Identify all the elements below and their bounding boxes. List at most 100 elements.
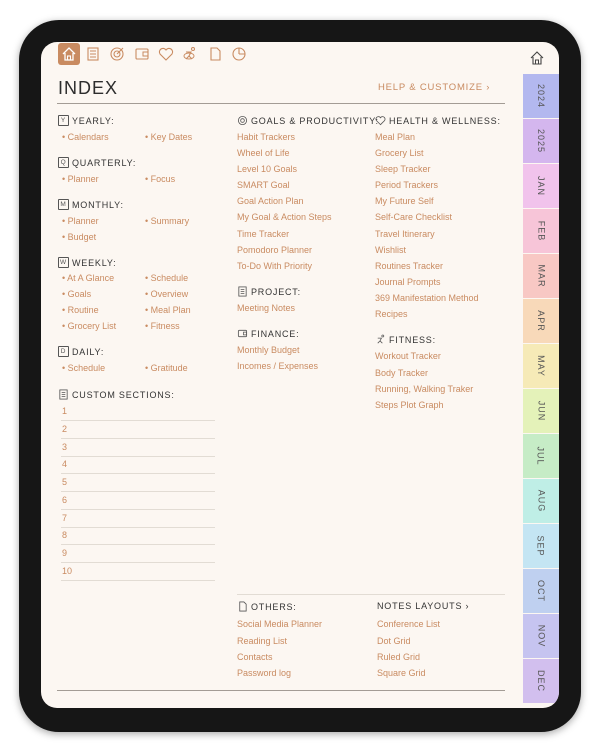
custom-section-row[interactable]: 8 — [61, 527, 215, 545]
monthly-planner-link[interactable]: Planner — [62, 216, 99, 226]
quarterly-focus-link[interactable]: Focus — [145, 174, 176, 184]
weekly-icon: W — [58, 257, 69, 268]
sleep-tracker-link[interactable]: Sleep Tracker — [375, 164, 431, 174]
daily-icon: D — [58, 346, 69, 357]
page-icon[interactable] — [205, 44, 225, 64]
tab-jan[interactable]: JAN — [523, 164, 559, 208]
meal-plan-link[interactable]: Meal Plan — [375, 132, 415, 142]
dot-grid-link[interactable]: Dot Grid — [377, 636, 411, 646]
home-outline-icon[interactable] — [529, 50, 547, 68]
custom-section-row[interactable]: 9 — [61, 545, 215, 563]
goal-target-small-icon — [237, 115, 248, 126]
heart-icon[interactable] — [156, 44, 176, 64]
self-care-checklist-link[interactable]: Self-Care Checklist — [375, 212, 452, 222]
tab-sep[interactable]: SEP — [523, 524, 559, 568]
workout-tracker-link[interactable]: Workout Tracker — [375, 351, 441, 361]
tab-jul[interactable]: JUL — [523, 434, 559, 478]
ruled-grid-link[interactable]: Ruled Grid — [377, 652, 420, 662]
tab-dec[interactable]: DEC — [523, 659, 559, 703]
weekly-at-a-glance-link[interactable]: At A Glance — [62, 273, 114, 283]
tab-nov[interactable]: NOV — [523, 614, 559, 658]
goal-target-icon[interactable] — [107, 44, 127, 64]
grocery-list-link[interactable]: Grocery List — [375, 148, 424, 158]
home-icon[interactable] — [58, 43, 80, 65]
notepad-icon[interactable] — [83, 44, 103, 64]
level-10-goals-link[interactable]: Level 10 Goals — [237, 164, 297, 174]
monthly-heading: M MONTHLY: — [58, 199, 124, 210]
tab-2024[interactable]: 2024 — [523, 74, 559, 118]
custom-section-row[interactable]: 6 — [61, 492, 215, 510]
goal-action-steps-link[interactable]: My Goal & Action Steps — [237, 212, 332, 222]
tab-aug[interactable]: AUG — [523, 479, 559, 523]
custom-section-row[interactable]: 10 — [61, 563, 215, 581]
journal-prompts-link[interactable]: Journal Prompts — [375, 277, 441, 287]
contacts-link[interactable]: Contacts — [237, 652, 273, 662]
body-tracker-link[interactable]: Body Tracker — [375, 368, 428, 378]
weekly-fitness-link[interactable]: Fitness — [145, 321, 180, 331]
conference-list-link[interactable]: Conference List — [377, 619, 440, 629]
pie-chart-icon[interactable] — [229, 44, 249, 64]
custom-section-row[interactable]: 5 — [61, 474, 215, 492]
tab-feb[interactable]: FEB — [523, 209, 559, 253]
yearly-icon: Y — [58, 115, 69, 126]
notes-layouts-heading[interactable]: NOTES LAYOUTS › — [377, 601, 469, 611]
planner-screen: INDEX HELP & CUSTOMIZE › 2024 2025 JAN F… — [41, 42, 559, 708]
password-log-link[interactable]: Password log — [237, 668, 291, 678]
weekly-schedule-link[interactable]: Schedule — [145, 273, 189, 283]
travel-itinerary-link[interactable]: Travel Itinerary — [375, 229, 435, 239]
weekly-overview-link[interactable]: Overview — [145, 289, 189, 299]
weekly-meal-plan-link[interactable]: Meal Plan — [145, 305, 191, 315]
incomes-expenses-link[interactable]: Incomes / Expenses — [237, 361, 318, 371]
custom-section-row[interactable]: 7 — [61, 510, 215, 528]
yearly-calendars-link[interactable]: Calendars — [62, 132, 109, 142]
monthly-budget-link[interactable]: Monthly Budget — [237, 345, 300, 355]
health-heading: HEALTH & WELLNESS: — [375, 115, 501, 126]
monthly-summary-link[interactable]: Summary — [145, 216, 190, 226]
tab-jun[interactable]: JUN — [523, 389, 559, 433]
habit-trackers-link[interactable]: Habit Trackers — [237, 132, 295, 142]
time-tracker-link[interactable]: Time Tracker — [237, 229, 289, 239]
wishlist-link[interactable]: Wishlist — [375, 245, 406, 255]
page-small-icon — [239, 601, 247, 612]
notepad-small-icon — [59, 389, 68, 400]
pomodoro-planner-link[interactable]: Pomodoro Planner — [237, 245, 312, 255]
notepad-small-icon — [238, 286, 247, 297]
custom-section-row[interactable]: 4 — [61, 456, 215, 474]
goal-action-plan-link[interactable]: Goal Action Plan — [237, 196, 304, 206]
wheel-of-life-link[interactable]: Wheel of Life — [237, 148, 290, 158]
reading-list-link[interactable]: Reading List — [237, 636, 287, 646]
daily-gratitude-link[interactable]: Gratitude — [145, 363, 188, 373]
tab-may[interactable]: MAY — [523, 344, 559, 388]
custom-section-row[interactable]: 2 — [61, 421, 215, 439]
yearly-key-dates-link[interactable]: Key Dates — [145, 132, 193, 142]
quarterly-planner-link[interactable]: Planner — [62, 174, 99, 184]
manifestation-method-link[interactable]: 369 Manifestation Method — [375, 293, 479, 303]
tab-2025[interactable]: 2025 — [523, 119, 559, 163]
wallet-icon[interactable] — [132, 44, 152, 64]
daily-schedule-link[interactable]: Schedule — [62, 363, 106, 373]
smart-goal-link[interactable]: SMART Goal — [237, 180, 290, 190]
square-grid-link[interactable]: Square Grid — [377, 668, 426, 678]
future-self-link[interactable]: My Future Self — [375, 196, 434, 206]
goals-heading: GOALS & PRODUCTIVITY: — [237, 115, 379, 126]
period-trackers-link[interactable]: Period Trackers — [375, 180, 438, 190]
weekly-routine-link[interactable]: Routine — [62, 305, 99, 315]
meeting-notes-link[interactable]: Meeting Notes — [237, 303, 295, 313]
weekly-grocery-list-link[interactable]: Grocery List — [62, 321, 117, 331]
custom-section-row[interactable]: 1 — [61, 403, 215, 421]
todo-priority-link[interactable]: To-Do With Priority — [237, 261, 312, 271]
tab-apr[interactable]: APR — [523, 299, 559, 343]
social-media-planner-link[interactable]: Social Media Planner — [237, 619, 322, 629]
weekly-goals-link[interactable]: Goals — [62, 289, 92, 299]
tab-oct[interactable]: OCT — [523, 569, 559, 613]
fitness-heading: FITNESS: — [375, 334, 436, 345]
tab-mar[interactable]: MAR — [523, 254, 559, 298]
monthly-budget-link[interactable]: Budget — [62, 232, 97, 242]
routines-tracker-link[interactable]: Routines Tracker — [375, 261, 443, 271]
help-customize-link[interactable]: HELP & CUSTOMIZE › — [378, 82, 490, 93]
recipes-link[interactable]: Recipes — [375, 309, 408, 319]
steps-plot-graph-link[interactable]: Steps Plot Graph — [375, 400, 444, 410]
custom-section-row[interactable]: 3 — [61, 439, 215, 457]
fitness-icon[interactable] — [180, 44, 200, 64]
running-walking-link[interactable]: Running, Walking Traker — [375, 384, 473, 394]
